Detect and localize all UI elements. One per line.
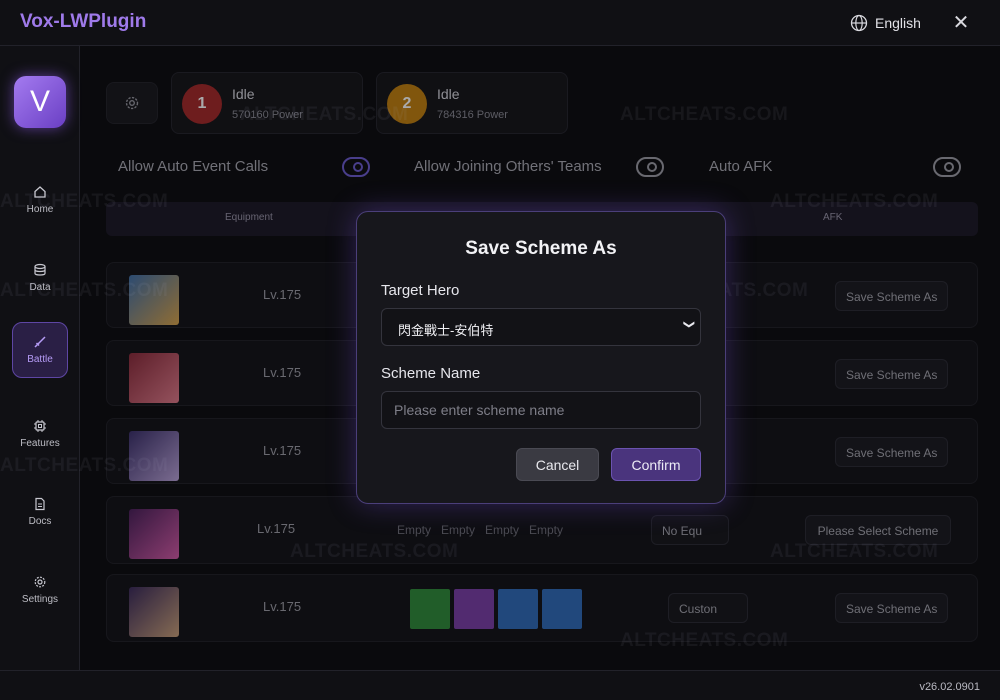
sidebar-item-label: Battle xyxy=(27,354,53,365)
sidebar-item-battle[interactable]: Battle xyxy=(12,322,68,378)
gear-icon xyxy=(34,576,46,588)
language-label: English xyxy=(875,15,921,31)
chevron-down-icon: ❯ xyxy=(682,319,695,330)
dialog-title: Save Scheme As xyxy=(465,238,617,259)
sidebar-item-label: Features xyxy=(20,438,60,449)
sidebar-item-label: Home xyxy=(26,204,54,215)
sidebar-item-label: Docs xyxy=(28,516,52,527)
save-scheme-dialog: Save Scheme As Target Hero 閃金戰士-安伯特 ❯ Sc… xyxy=(356,211,726,504)
language-selector[interactable]: English xyxy=(850,13,921,33)
scheme-name-input[interactable] xyxy=(381,391,701,429)
database-icon xyxy=(34,263,46,276)
sidebar-item-settings[interactable]: Settings xyxy=(12,562,68,618)
target-hero-value: 閃金戰士-安伯特 xyxy=(398,323,494,338)
sidebar-item-data[interactable]: Data xyxy=(12,250,68,306)
cancel-button[interactable]: Cancel xyxy=(516,448,599,481)
version-label: v26.02.0901 xyxy=(919,681,980,693)
sidebar-item-features[interactable]: Features xyxy=(12,406,68,462)
chip-icon xyxy=(34,420,46,432)
document-icon xyxy=(35,497,45,511)
scheme-name-label: Scheme Name xyxy=(381,365,481,382)
title-bar: Vox-LWPlugin English ✕ xyxy=(0,0,1000,46)
sidebar-item-docs[interactable]: Docs xyxy=(12,484,68,540)
sword-icon xyxy=(34,336,46,348)
sidebar-item-label: Settings xyxy=(21,594,59,605)
close-icon[interactable]: ✕ xyxy=(950,12,972,34)
status-bar: v26.02.0901 xyxy=(0,670,1000,700)
sidebar-item-label: Data xyxy=(29,282,51,293)
sidebar-item-home[interactable]: Home xyxy=(12,172,68,228)
target-hero-select[interactable]: 閃金戰士-安伯特 ❯ xyxy=(381,308,701,346)
home-icon xyxy=(34,186,46,198)
app-title: Vox-LWPlugin xyxy=(20,11,147,32)
confirm-button[interactable]: Confirm xyxy=(611,448,701,481)
app-logo: V xyxy=(14,76,66,128)
logo-letter: V xyxy=(29,85,50,118)
globe-icon xyxy=(850,14,868,32)
sidebar: V Home Data Battle Features Docs Setting… xyxy=(0,46,80,670)
target-hero-label: Target Hero xyxy=(381,282,460,299)
